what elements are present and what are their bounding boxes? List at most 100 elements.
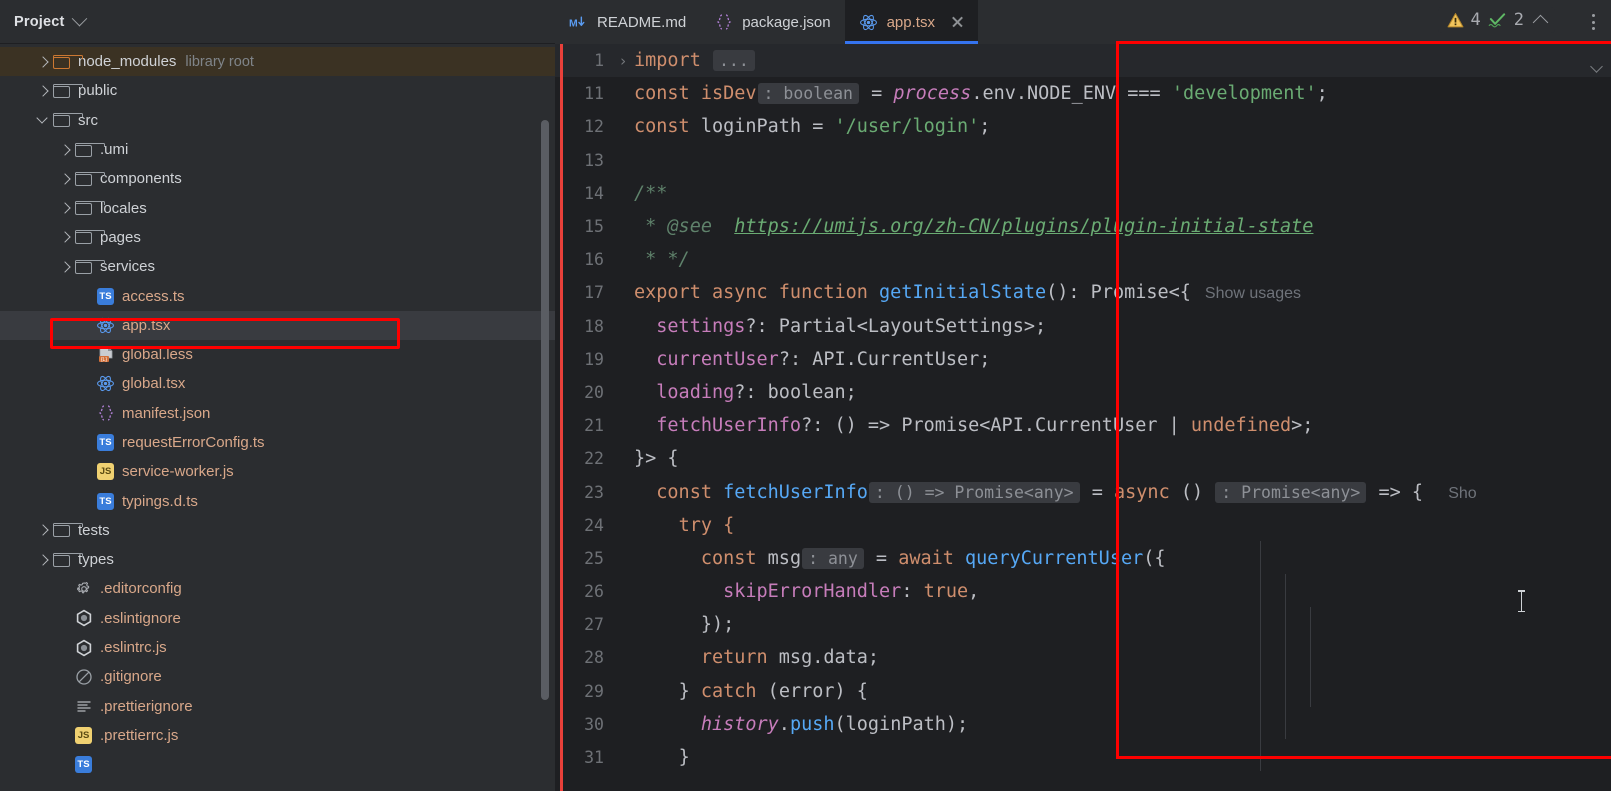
json-file-icon [96,404,115,423]
code-token: process [893,83,972,105]
code-viewport[interactable]: 1 › import ... 11 const isDev: boolean = pro… [555,44,1611,791]
tree-item-label: .prettierrc.js [100,726,179,744]
code-token: true [923,581,969,603]
fold-placeholder[interactable]: ... [712,50,755,72]
indent-guide [1285,574,1286,739]
tree-expand-right-icon[interactable] [58,229,74,245]
tree-item[interactable]: JS .prettierrc.js [0,721,555,750]
fold-gutter[interactable]: › [612,52,634,70]
sidebar-scrollbar[interactable] [541,120,549,700]
code-line[interactable]: 11 const isDev: boolean = process.env.NOD… [555,77,1611,110]
project-file-tree[interactable]: node_modules library root public src .umi com… [0,44,555,791]
code-line[interactable]: 14 /** [555,177,1611,210]
code-line[interactable]: 13 [555,144,1611,177]
tree-item[interactable]: manifest.json [0,399,555,428]
tree-item[interactable]: {L} global.less [0,340,555,369]
code-text: const msg: any = await queryCurrentUser(… [634,547,1166,569]
code-token: const isDev [634,83,757,105]
tab-README-md[interactable]: M README.md [555,0,700,44]
code-line[interactable]: 1 › import ... [555,44,1611,78]
code-lines[interactable]: 1 › import ... 11 const isDev: boolean = pro… [555,44,1611,774]
tree-item-app-tsx[interactable]: app.tsx [0,310,555,340]
code-line[interactable]: 21 fetchUserInfo?: () => Promise<API.Cur… [555,409,1611,442]
show-usages-hint-23[interactable]: Sho [1448,485,1476,502]
code-line[interactable]: 15 * @see https://umijs.org/zh-CN/plugin… [555,210,1611,243]
tab-package-json[interactable]: package.json [700,0,844,44]
tree-item[interactable]: services [0,252,555,281]
tree-item[interactable]: TS requestErrorConfig.ts [0,428,555,457]
code-text: currentUser?: API.CurrentUser; [634,349,990,370]
tree-item[interactable]: .eslintignore [0,604,555,633]
tree-expand-right-icon[interactable] [58,259,74,275]
code-line[interactable]: 26 skipErrorHandler: true, [555,575,1611,608]
tree-expand-down-icon[interactable] [36,112,52,128]
tree-item[interactable]: .gitignore [0,662,555,691]
tree-item[interactable]: locales [0,193,555,222]
tree-item[interactable]: public [0,76,555,105]
code-line[interactable]: 31 } [555,741,1611,774]
code-text: * */ [634,249,690,270]
tree-expand-right-icon[interactable] [58,200,74,216]
code-line[interactable]: 23 const fetchUserInfo: () => Promise<an… [555,475,1611,508]
code-line[interactable]: 22}> { [555,442,1611,475]
gear-file-icon [74,579,93,598]
code-text: const isDev: boolean = process.env.NODE_… [634,83,1328,105]
code-line[interactable]: 24 try { [555,509,1611,542]
tree-expand-right-icon[interactable] [58,171,74,187]
code-line[interactable]: 16 * */ [555,243,1611,276]
code-token: return [700,647,768,669]
tree-item[interactable]: pages [0,223,555,252]
code-token: const [634,116,690,138]
tree-item[interactable]: TS typings.d.ts [0,486,555,515]
tree-item[interactable]: tests [0,516,555,545]
code-line[interactable]: 12 const loginPath = '/user/login'; [555,110,1611,143]
tree-item[interactable]: src [0,106,555,135]
project-panel-header[interactable]: Project [0,0,555,44]
tree-item[interactable]: types [0,545,555,574]
tree-expand-right-icon[interactable] [36,83,52,99]
inlay-hint: : Promise<any> [1215,481,1367,503]
tree-item[interactable]: .prettierignore [0,692,555,721]
tree-expand-right-icon[interactable] [36,522,52,538]
eslint-file-icon [74,638,93,657]
code-text: history.push(loginPath); [634,714,968,735]
tree-expand-right-icon[interactable] [58,142,74,158]
code-line[interactable]: 20 loading?: boolean; [555,376,1611,409]
tree-item[interactable]: .editorconfig [0,574,555,603]
show-usages-hint[interactable]: Show usages [1205,285,1301,302]
code-token: = [859,83,894,105]
code-line[interactable]: 17 export async function getInitialState(… [555,276,1611,309]
chevron-up-icon[interactable] [1532,14,1549,30]
code-line[interactable]: 19 currentUser?: API.CurrentUser; [555,343,1611,376]
tree-item-partial[interactable]: TS [0,750,555,779]
tree-expand-right-icon[interactable] [36,552,52,568]
tree-item[interactable]: node_modules library root [0,47,555,77]
code-token: } [678,747,690,769]
tree-item[interactable]: .eslintrc.js [0,633,555,662]
tab-app-tsx[interactable]: app.tsx [844,0,979,44]
tree-item[interactable]: TS access.ts [0,281,555,310]
code-line[interactable]: 28 return msg.data; [555,641,1611,674]
code-line[interactable]: 18 settings?: Partial<LayoutSettings>; [555,310,1611,343]
code-line[interactable]: 25 const msg: any = await queryCurrentUs… [555,542,1611,575]
code-line[interactable]: 27 }); [555,608,1611,641]
code-line[interactable]: 30 history.push(loginPath); [555,708,1611,741]
more-vertical-icon[interactable] [1585,8,1601,36]
line-number: 28 [584,648,604,668]
code-line[interactable]: 29 } catch (error) { [555,675,1611,708]
indent-guide [1310,607,1311,707]
code-token: | [1168,415,1191,437]
tree-item[interactable]: components [0,164,555,193]
chevron-down-icon[interactable] [71,10,87,27]
inspections-widget[interactable]: 4 2 [1437,7,1555,33]
tree-item[interactable]: JS service-worker.js [0,457,555,486]
json-file-icon [714,13,733,32]
tree-item[interactable]: .umi [0,135,555,164]
tree-item[interactable]: global.tsx [0,369,555,398]
close-icon[interactable] [950,15,964,29]
tree-expand-right-icon[interactable] [36,54,52,70]
code-token: history [700,713,779,735]
